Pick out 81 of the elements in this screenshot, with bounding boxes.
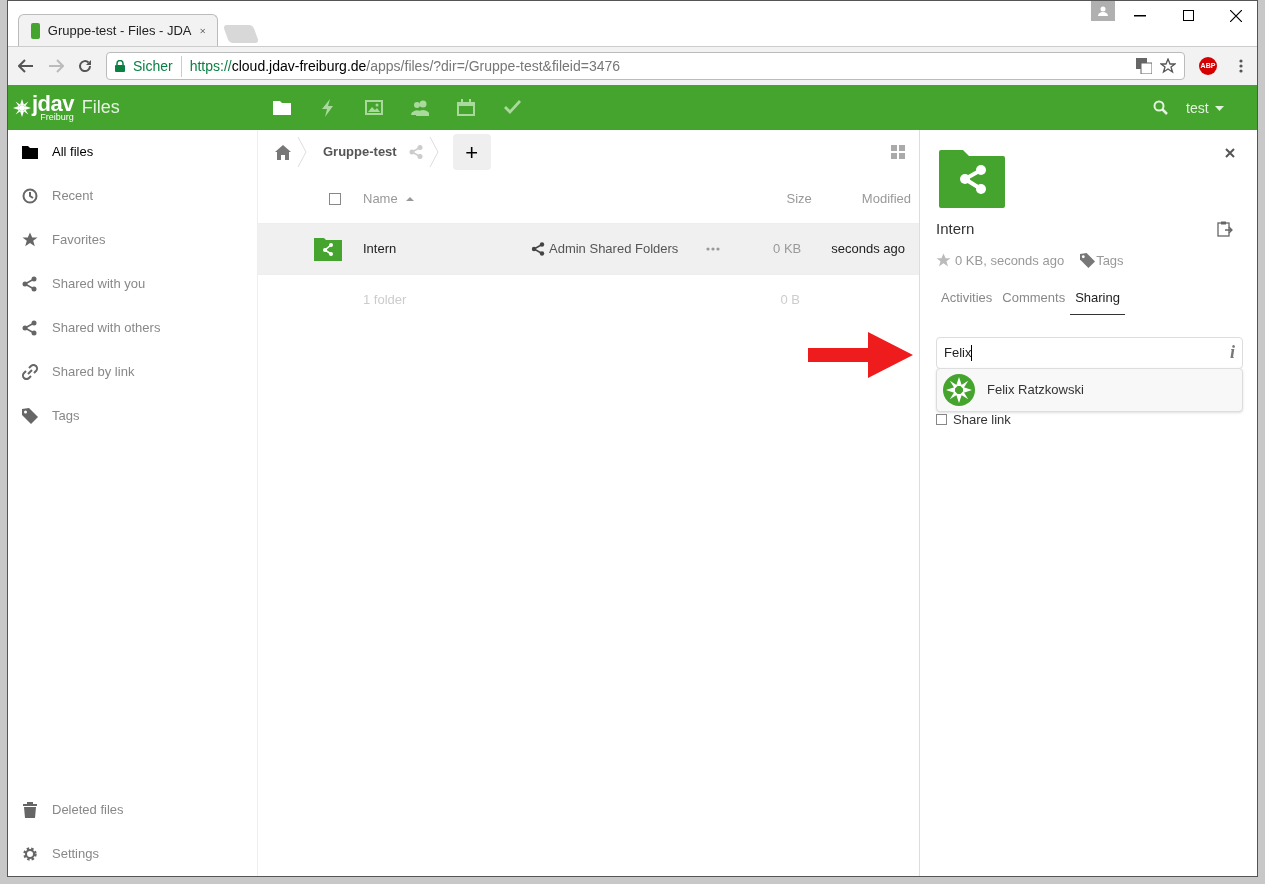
sidebar-item[interactable]: Shared by link xyxy=(8,350,257,394)
sidebar-item[interactable]: Deleted files xyxy=(8,788,257,832)
share-icon xyxy=(531,242,545,256)
clock-icon xyxy=(22,188,38,204)
sidebar-item[interactable]: Recent xyxy=(8,174,257,218)
close-icon[interactable] xyxy=(1225,148,1235,158)
tags-link[interactable]: Tags xyxy=(1096,250,1124,270)
browser-tab[interactable]: Gruppe-test - Files - JDA xyxy=(18,14,218,46)
maximize-icon[interactable] xyxy=(1183,10,1194,21)
share-owner-link[interactable]: Admin Shared Folders xyxy=(531,239,679,259)
close-icon[interactable] xyxy=(1230,10,1242,22)
folder-icon[interactable] xyxy=(273,98,291,117)
suggestion-item[interactable]: Felix Ratzkowski xyxy=(937,368,1242,411)
lock-icon xyxy=(115,60,125,72)
link-icon xyxy=(22,364,38,380)
sidebar-item[interactable]: All files xyxy=(8,130,257,174)
logo-text: jdav xyxy=(32,93,74,115)
gear-icon xyxy=(22,846,38,862)
breadcrumb-separator xyxy=(428,137,439,167)
tag-icon xyxy=(22,408,38,424)
sidebar-item[interactable]: Favorites xyxy=(8,218,257,262)
share-icon[interactable] xyxy=(408,145,423,159)
shared-folder-icon xyxy=(314,237,342,261)
minimize-icon[interactable] xyxy=(1134,15,1146,17)
grid-view-icon[interactable] xyxy=(891,145,905,159)
sort-caret-icon[interactable] xyxy=(405,196,414,201)
calendar-icon[interactable] xyxy=(457,98,475,117)
menu-icon[interactable] xyxy=(1239,59,1243,73)
column-header[interactable]: Name xyxy=(363,188,414,209)
info-icon[interactable]: i xyxy=(1230,339,1235,366)
column-header[interactable]: Modified xyxy=(861,188,911,209)
file-name[interactable]: Intern xyxy=(363,239,531,259)
caret-icon xyxy=(1214,106,1224,111)
back-icon[interactable] xyxy=(18,59,34,73)
star-icon xyxy=(22,232,38,248)
trash-icon xyxy=(22,802,38,818)
clipboard-icon[interactable] xyxy=(1217,221,1233,238)
file-modified: seconds ago xyxy=(831,240,905,259)
bookmark-star-icon[interactable] xyxy=(1160,58,1176,74)
breadcrumb-separator xyxy=(297,137,307,167)
file-name: Intern xyxy=(936,219,975,239)
sidebar-item[interactable]: Shared with you xyxy=(8,262,257,306)
forward-icon[interactable] xyxy=(48,59,64,73)
new-button[interactable]: + xyxy=(452,134,491,170)
avatar-icon xyxy=(943,373,975,406)
sidebar-item[interactable]: Shared with others xyxy=(8,306,257,350)
folder-icon xyxy=(22,144,38,160)
checkbox-label: Share link xyxy=(953,410,1011,429)
logo-icon[interactable] xyxy=(13,98,31,117)
column-header[interactable]: Size xyxy=(786,188,812,209)
security-label: Sicher xyxy=(133,55,182,77)
file-meta: 0 KB, seconds ago xyxy=(955,251,1065,270)
share-icon xyxy=(22,276,38,292)
address-bar[interactable]: Sicher https://cloud.jdav-freiburg.de/apps/files/?dir=/Gruppe-test&fileid=3476 xyxy=(106,52,1185,80)
image-icon[interactable] xyxy=(365,98,383,117)
star-icon[interactable] xyxy=(936,252,951,268)
shared-folder-icon xyxy=(939,150,1005,208)
profile-icon[interactable] xyxy=(1091,1,1115,21)
sidebar-item[interactable]: Settings xyxy=(8,832,257,876)
search-icon[interactable] xyxy=(1153,100,1168,115)
tag-icon[interactable] xyxy=(1080,252,1096,268)
app-name: Files xyxy=(81,96,120,119)
breadcrumb-folder[interactable]: Gruppe-test xyxy=(323,142,397,162)
people-icon[interactable] xyxy=(411,98,429,117)
more-icon[interactable] xyxy=(706,247,721,251)
select-all-checkbox[interactable] xyxy=(329,192,341,205)
translate-icon[interactable] xyxy=(1136,58,1152,74)
tab-title: Gruppe-test - Files - JDA xyxy=(47,21,192,40)
url-text: https://cloud.jdav-freiburg.de/apps/files/?dir=/Gruppe-test&fileid=3476 xyxy=(189,56,621,76)
tab[interactable]: Activities xyxy=(936,288,998,315)
home-icon[interactable] xyxy=(275,144,291,160)
site-favicon xyxy=(31,22,40,39)
tab[interactable]: Comments xyxy=(997,288,1071,315)
tab[interactable]: Sharing xyxy=(1070,288,1125,315)
share-icon xyxy=(22,320,38,336)
file-size: 0 KB xyxy=(773,240,802,259)
sidebar-item[interactable]: Tags xyxy=(8,394,257,438)
file-row[interactable]: Intern Admin Shared Folders 0 KB seconds ago xyxy=(258,224,919,275)
reload-icon[interactable] xyxy=(78,59,92,73)
checkbox[interactable] xyxy=(936,413,947,425)
user-menu[interactable]: test xyxy=(1186,98,1224,119)
